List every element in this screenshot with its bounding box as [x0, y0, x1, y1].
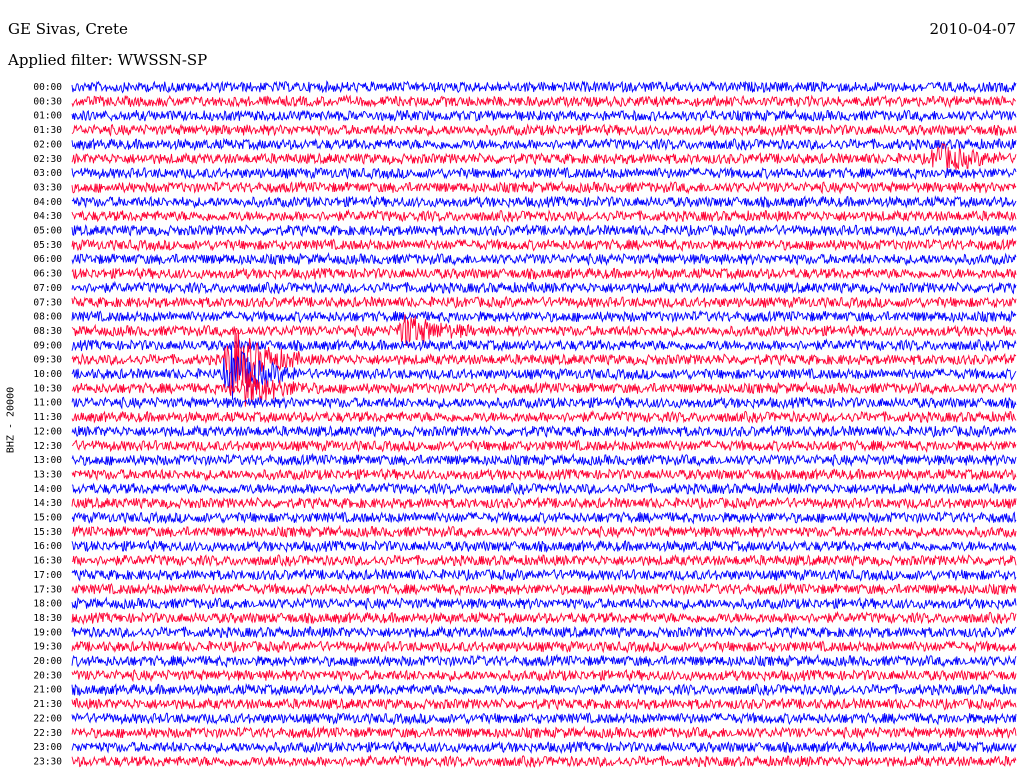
seismic-trace — [71, 625, 1017, 639]
seismic-trace — [71, 142, 1017, 172]
row-time-label: 02:30 — [33, 154, 62, 165]
row-label-group: 00:00 00:30 01:00 01:30 02:00 02:30 03:00 03:30… — [33, 82, 62, 767]
row-time-label: 12:00 — [33, 426, 62, 437]
seismic-trace — [71, 582, 1017, 597]
row-time-label: 01:00 — [33, 111, 62, 122]
row-time-label: 07:30 — [33, 297, 62, 308]
row-time-label: 22:00 — [33, 713, 62, 724]
row-time-label: 13:00 — [33, 455, 62, 466]
row-time-label: 03:30 — [33, 182, 62, 193]
row-time-label: 08:00 — [33, 312, 62, 323]
row-time-label: 15:00 — [33, 513, 62, 524]
row-time-label: 04:00 — [33, 197, 62, 208]
helicorder-plot: 00:00 00:30 01:00 01:30 02:00 02:30 03:00 03:30… — [33, 80, 1017, 768]
seismic-trace — [71, 452, 1017, 467]
seismic-trace — [71, 208, 1017, 223]
row-time-label: 06:00 — [33, 254, 62, 265]
seismic-trace — [71, 108, 1017, 123]
row-time-label: 11:30 — [33, 412, 62, 423]
row-time-label: 00:30 — [33, 96, 62, 107]
row-time-label: 14:00 — [33, 484, 62, 495]
row-time-label: 18:00 — [33, 599, 62, 610]
seismic-trace — [71, 567, 1017, 582]
seismic-trace — [71, 123, 1017, 138]
seismic-trace — [71, 409, 1017, 424]
seismic-trace — [71, 309, 1017, 324]
seismic-trace — [71, 725, 1017, 740]
seismic-trace — [71, 166, 1017, 181]
seismic-trace — [71, 467, 1017, 482]
seismic-trace — [71, 80, 1017, 95]
row-time-label: 07:00 — [33, 283, 62, 294]
seismic-trace — [71, 610, 1017, 626]
trace-group — [71, 80, 1017, 768]
seismic-trace — [71, 712, 1017, 726]
seismic-trace — [71, 223, 1017, 237]
seismic-trace — [71, 754, 1017, 768]
row-time-label: 17:00 — [33, 570, 62, 581]
row-time-label: 19:00 — [33, 627, 62, 638]
seismic-trace — [71, 424, 1017, 438]
seismic-trace — [71, 396, 1017, 410]
row-time-label: 15:30 — [33, 527, 62, 538]
seismic-trace — [71, 195, 1017, 209]
row-time-label: 20:00 — [33, 656, 62, 667]
row-time-label: 20:30 — [33, 670, 62, 681]
seismic-trace — [71, 640, 1017, 654]
row-time-label: 21:30 — [33, 699, 62, 710]
row-time-label: 16:30 — [33, 556, 62, 567]
row-time-label: 14:30 — [33, 498, 62, 509]
seismic-trace — [71, 740, 1017, 755]
seismic-trace — [71, 596, 1017, 611]
row-time-label: 10:00 — [33, 369, 62, 380]
seismic-trace — [71, 137, 1017, 152]
row-time-label: 18:30 — [33, 613, 62, 624]
seismic-trace — [71, 94, 1017, 109]
seismic-trace — [71, 539, 1017, 554]
row-time-label: 21:00 — [33, 685, 62, 696]
row-time-label: 12:30 — [33, 441, 62, 452]
seismic-trace — [71, 266, 1017, 281]
row-time-label: 19:30 — [33, 642, 62, 653]
seismic-trace — [71, 553, 1017, 568]
seismic-trace — [71, 280, 1017, 295]
seismic-trace — [71, 237, 1017, 252]
row-time-label: 08:30 — [33, 326, 62, 337]
seismic-trace — [71, 524, 1017, 539]
row-time-label: 16:00 — [33, 541, 62, 552]
row-time-label: 06:30 — [33, 269, 62, 280]
row-time-label: 09:30 — [33, 355, 62, 366]
row-time-label: 23:30 — [33, 756, 62, 767]
seismic-trace — [71, 439, 1017, 453]
seismic-trace — [71, 481, 1017, 496]
row-time-label: 02:00 — [33, 139, 62, 150]
seismic-trace — [71, 496, 1017, 510]
seismic-trace — [71, 510, 1017, 525]
seismic-trace — [71, 180, 1017, 195]
row-time-label: 10:30 — [33, 383, 62, 394]
seismic-trace — [71, 295, 1017, 310]
row-time-label: 05:00 — [33, 226, 62, 237]
seismic-trace — [71, 338, 1017, 352]
row-time-label: 17:30 — [33, 584, 62, 595]
row-time-label: 23:00 — [33, 742, 62, 753]
seismic-trace — [71, 653, 1017, 669]
seismic-trace — [71, 668, 1017, 683]
row-time-label: 01:30 — [33, 125, 62, 136]
row-time-label: 11:00 — [33, 398, 62, 409]
seismic-trace — [71, 683, 1017, 697]
seismic-trace — [71, 697, 1017, 711]
row-time-label: 03:00 — [33, 168, 62, 179]
row-time-label: 04:30 — [33, 211, 62, 222]
row-time-label: 13:30 — [33, 469, 62, 480]
row-time-label: 05:30 — [33, 240, 62, 251]
row-time-label: 09:00 — [33, 340, 62, 351]
row-time-label: 00:00 — [33, 82, 62, 93]
seismic-trace — [71, 252, 1017, 267]
row-time-label: 22:30 — [33, 728, 62, 739]
